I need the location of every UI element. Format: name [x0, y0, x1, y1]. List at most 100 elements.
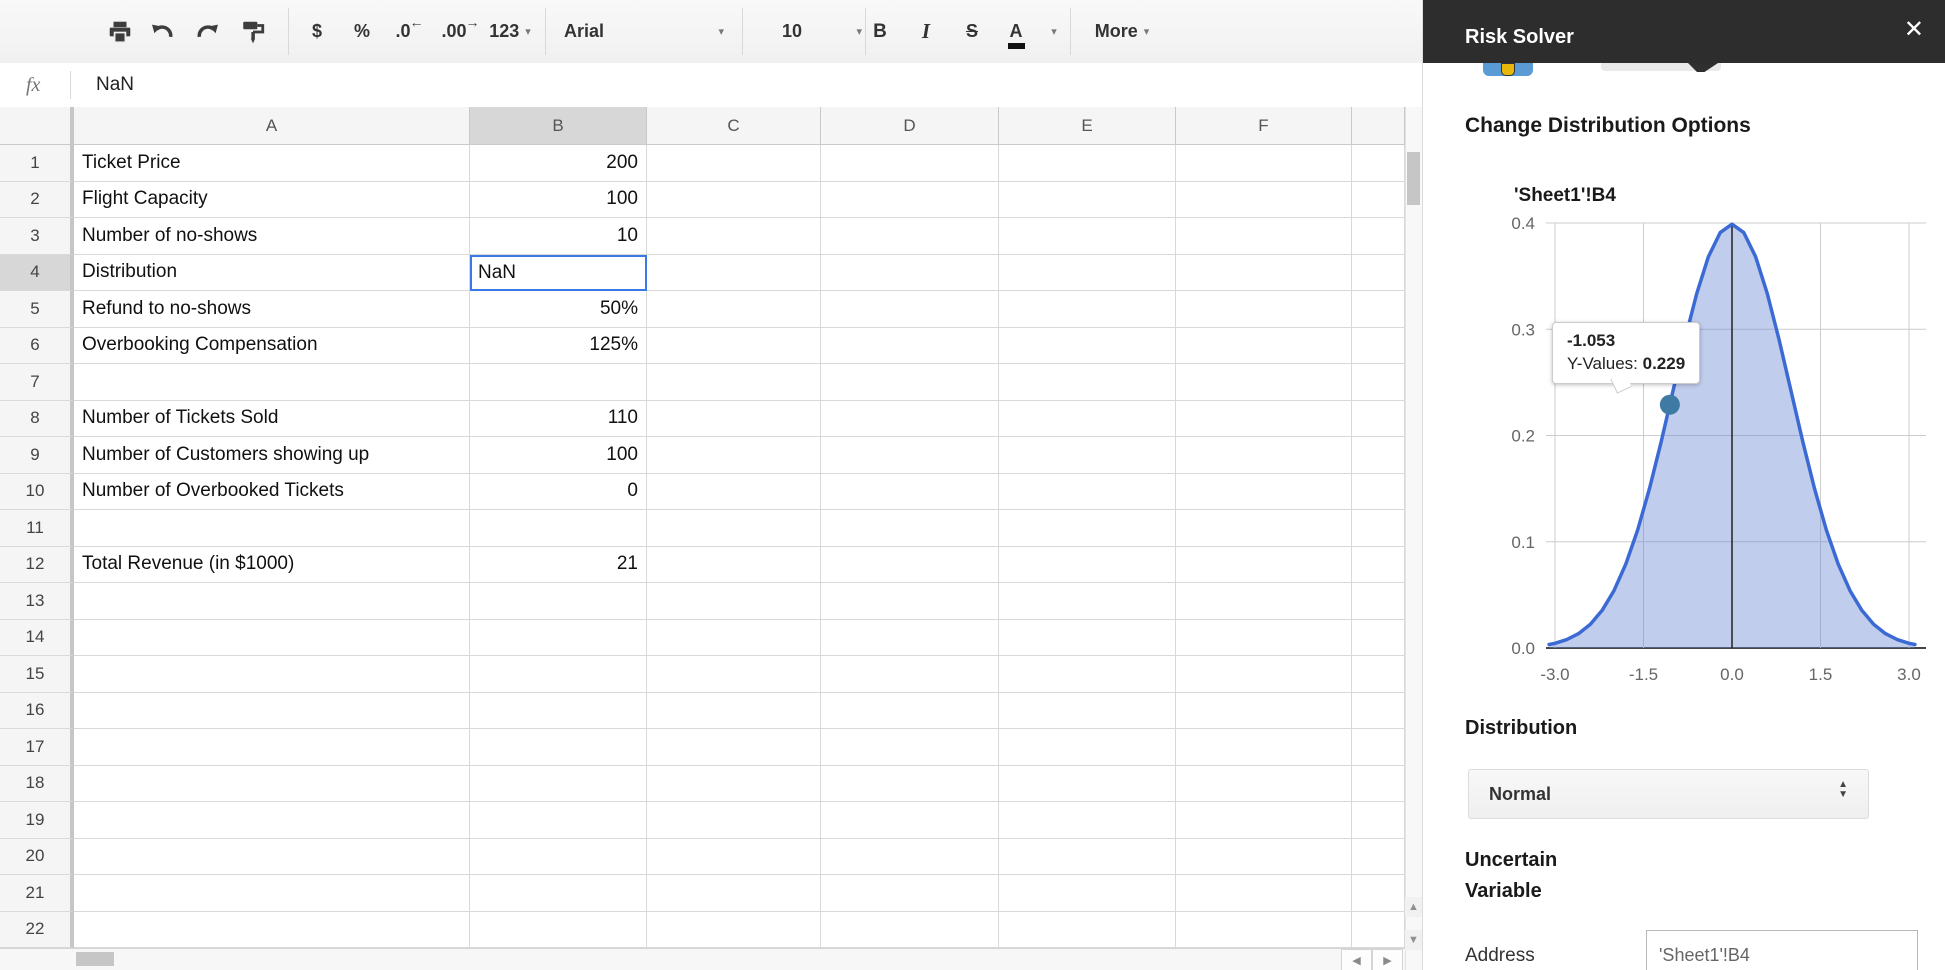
cell-C3[interactable]	[647, 218, 821, 255]
cell-F8[interactable]	[1176, 400, 1352, 437]
cell-G11[interactable]	[1352, 510, 1405, 547]
cell-D1[interactable]	[821, 145, 999, 182]
cell-F12[interactable]	[1176, 546, 1352, 583]
select-all-corner[interactable]	[0, 107, 74, 145]
vertical-scrollbar-thumb[interactable]	[1407, 152, 1420, 205]
cell-D15[interactable]	[821, 656, 999, 693]
cell-A2[interactable]: Flight Capacity	[74, 181, 470, 218]
highlighted-data-point[interactable]	[1659, 394, 1680, 415]
cell-F4[interactable]	[1176, 254, 1352, 291]
cell-D12[interactable]	[821, 546, 999, 583]
cell-A15[interactable]	[74, 656, 470, 693]
row-header-19[interactable]: 19	[0, 802, 74, 839]
cell-E10[interactable]	[999, 473, 1176, 510]
cell-E13[interactable]	[999, 583, 1176, 620]
cell-C12[interactable]	[647, 546, 821, 583]
cell-A14[interactable]	[74, 619, 470, 656]
scroll-down-arrow[interactable]: ▼	[1405, 930, 1422, 950]
cell-A16[interactable]	[74, 692, 470, 729]
cell-G13[interactable]	[1352, 583, 1405, 620]
cell-D13[interactable]	[821, 583, 999, 620]
cell-B21[interactable]	[470, 875, 647, 912]
cell-D5[interactable]	[821, 291, 999, 328]
cell-C5[interactable]	[647, 291, 821, 328]
cell-D11[interactable]	[821, 510, 999, 547]
column-header-D[interactable]: D	[821, 107, 999, 145]
cell-D2[interactable]	[821, 181, 999, 218]
column-header-E[interactable]: E	[999, 107, 1176, 145]
cell-F19[interactable]	[1176, 802, 1352, 839]
cell-G2[interactable]	[1352, 181, 1405, 218]
cell-F15[interactable]	[1176, 656, 1352, 693]
cell-E15[interactable]	[999, 656, 1176, 693]
row-header-1[interactable]: 1	[0, 145, 74, 182]
cell-G17[interactable]	[1352, 729, 1405, 766]
cell-C2[interactable]	[647, 181, 821, 218]
cell-D10[interactable]	[821, 473, 999, 510]
format-currency-button[interactable]: $	[300, 0, 334, 63]
strikethrough-button[interactable]: S	[954, 0, 990, 63]
cell-B9[interactable]: 100	[470, 437, 647, 474]
cell-G8[interactable]	[1352, 400, 1405, 437]
cell-C18[interactable]	[647, 765, 821, 802]
undo-button[interactable]	[142, 0, 182, 63]
cell-F13[interactable]	[1176, 583, 1352, 620]
cell-D7[interactable]	[821, 364, 999, 401]
cell-D4[interactable]	[821, 254, 999, 291]
cell-D17[interactable]	[821, 729, 999, 766]
redo-button[interactable]	[188, 0, 228, 63]
print-button[interactable]	[100, 0, 140, 63]
cell-C8[interactable]	[647, 400, 821, 437]
cell-B7[interactable]	[470, 364, 647, 401]
cell-G14[interactable]	[1352, 619, 1405, 656]
cell-E19[interactable]	[999, 802, 1176, 839]
cell-G21[interactable]	[1352, 875, 1405, 912]
number-format-menu[interactable]: 123 ▾	[480, 0, 540, 63]
cell-B5[interactable]: 50%	[470, 291, 647, 328]
horizontal-scrollbar-track[interactable]	[0, 948, 1405, 970]
cell-F6[interactable]	[1176, 327, 1352, 364]
cell-E16[interactable]	[999, 692, 1176, 729]
cell-E11[interactable]	[999, 510, 1176, 547]
cell-G16[interactable]	[1352, 692, 1405, 729]
text-color-arrow[interactable]: ▾	[1040, 0, 1062, 63]
row-header-22[interactable]: 22	[0, 911, 74, 948]
cell-B17[interactable]	[470, 729, 647, 766]
cell-E12[interactable]	[999, 546, 1176, 583]
cell-F1[interactable]	[1176, 145, 1352, 182]
cell-A11[interactable]	[74, 510, 470, 547]
row-header-10[interactable]: 10	[0, 473, 74, 510]
font-family-menu[interactable]: Arial ▾	[558, 0, 730, 63]
scroll-up-arrow[interactable]: ▲	[1405, 897, 1422, 917]
cell-C16[interactable]	[647, 692, 821, 729]
cell-D8[interactable]	[821, 400, 999, 437]
increase-decimal-button[interactable]: .00 →	[436, 0, 479, 63]
cell-B12[interactable]: 21	[470, 546, 647, 583]
cell-A7[interactable]	[74, 364, 470, 401]
decrease-decimal-button[interactable]: .0 ←	[388, 0, 423, 63]
row-header-13[interactable]: 13	[0, 583, 74, 620]
cell-G5[interactable]	[1352, 291, 1405, 328]
row-header-12[interactable]: 12	[0, 546, 74, 583]
cell-G12[interactable]	[1352, 546, 1405, 583]
row-header-3[interactable]: 3	[0, 218, 74, 255]
cell-G7[interactable]	[1352, 364, 1405, 401]
cell-D18[interactable]	[821, 765, 999, 802]
cell-D3[interactable]	[821, 218, 999, 255]
cell-G19[interactable]	[1352, 802, 1405, 839]
column-header-partial[interactable]	[1352, 107, 1405, 145]
cell-C17[interactable]	[647, 729, 821, 766]
distribution-chart[interactable]: 0.0 0.1 0.2 0.3 0.4 -3.0 -1.5 0.0 1.5 3.0	[1451, 200, 1931, 690]
cell-F11[interactable]	[1176, 510, 1352, 547]
cell-D21[interactable]	[821, 875, 999, 912]
cell-G3[interactable]	[1352, 218, 1405, 255]
cell-G22[interactable]	[1352, 911, 1405, 948]
cell-D22[interactable]	[821, 911, 999, 948]
address-input[interactable]	[1646, 930, 1918, 970]
cell-A19[interactable]	[74, 802, 470, 839]
cell-A17[interactable]	[74, 729, 470, 766]
row-header-4[interactable]: 4	[0, 254, 74, 291]
cell-D6[interactable]	[821, 327, 999, 364]
scroll-left-arrow[interactable]: ◀	[1341, 949, 1372, 970]
row-header-8[interactable]: 8	[0, 400, 74, 437]
